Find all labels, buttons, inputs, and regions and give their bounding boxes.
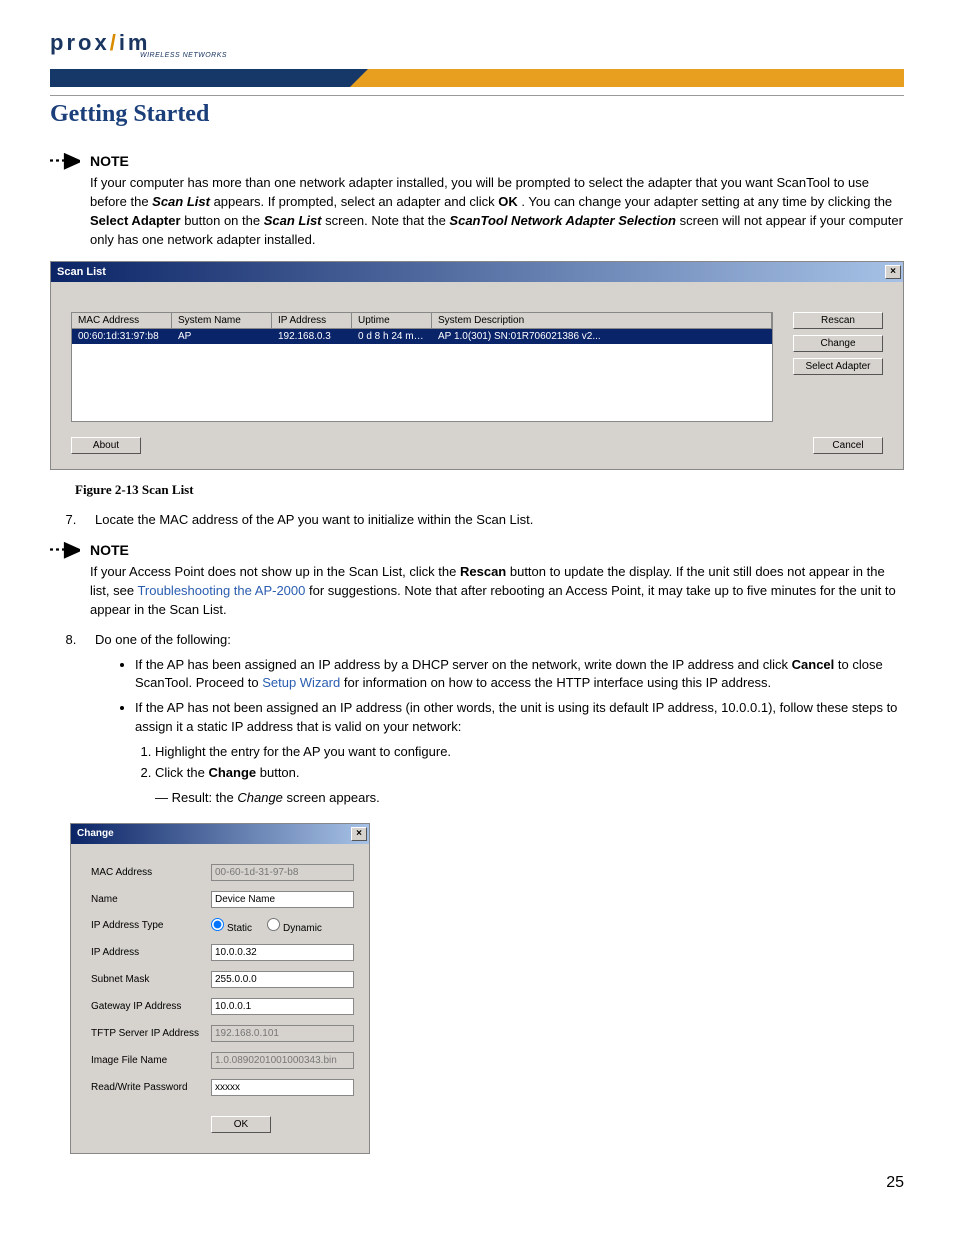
close-icon[interactable]: × bbox=[885, 265, 901, 279]
scan-list-titlebar: Scan List × bbox=[51, 262, 903, 282]
gw-label: Gateway IP Address bbox=[91, 1001, 211, 1012]
subnet-field[interactable] bbox=[211, 971, 354, 988]
static-radio[interactable]: Static bbox=[211, 918, 252, 934]
substep-2: Click the Change button. bbox=[155, 764, 904, 783]
substep-1: Highlight the entry for the AP you want … bbox=[155, 743, 904, 762]
note-arrow-icon bbox=[50, 153, 80, 249]
change-titlebar: Change × bbox=[71, 824, 369, 844]
pwd-field[interactable] bbox=[211, 1079, 354, 1096]
about-button[interactable]: About bbox=[71, 437, 141, 454]
close-icon[interactable]: × bbox=[351, 827, 367, 841]
step-8: Do one of the following: If the AP has b… bbox=[80, 630, 904, 808]
table-row[interactable]: 00:60:1d:31:97:b8 AP 192.168.0.3 0 d 8 h… bbox=[72, 329, 772, 344]
change-button[interactable]: Change bbox=[793, 335, 883, 352]
name-label: Name bbox=[91, 894, 211, 905]
img-field bbox=[211, 1052, 354, 1069]
mac-field bbox=[211, 864, 354, 881]
tftp-field bbox=[211, 1025, 354, 1042]
header-accent-bar bbox=[50, 69, 904, 87]
mac-label: MAC Address bbox=[91, 867, 211, 878]
scan-list-title: Scan List bbox=[57, 266, 106, 278]
logo-subtitle: WIRELESS NETWORKS bbox=[140, 52, 904, 59]
note-arrow-icon bbox=[50, 542, 80, 620]
change-window: Change × MAC Address Name IP Address Typ… bbox=[70, 823, 370, 1154]
ip-field[interactable] bbox=[211, 944, 354, 961]
figure-caption-213: Figure 2-13 Scan List bbox=[75, 482, 904, 498]
note-2: NOTE If your Access Point does not show … bbox=[50, 542, 904, 620]
rescan-button[interactable]: Rescan bbox=[793, 312, 883, 329]
select-adapter-button[interactable]: Select Adapter bbox=[793, 358, 883, 375]
subnet-label: Subnet Mask bbox=[91, 974, 211, 985]
img-label: Image File Name bbox=[91, 1055, 211, 1066]
step-8-bullet-1: If the AP has been assigned an IP addres… bbox=[135, 656, 904, 694]
step-7: Locate the MAC address of the AP you wan… bbox=[80, 510, 904, 530]
cancel-button[interactable]: Cancel bbox=[813, 437, 883, 454]
tftp-label: TFTP Server IP Address bbox=[91, 1028, 211, 1039]
result-line: — Result: the Change screen appears. bbox=[155, 789, 904, 808]
setup-wizard-link[interactable]: Setup Wizard bbox=[262, 675, 340, 690]
note-1: NOTE If your computer has more than one … bbox=[50, 153, 904, 249]
col-desc[interactable]: System Description bbox=[432, 313, 772, 328]
col-name[interactable]: System Name bbox=[172, 313, 272, 328]
col-ip[interactable]: IP Address bbox=[272, 313, 352, 328]
pwd-label: Read/Write Password bbox=[91, 1082, 211, 1093]
change-title: Change bbox=[77, 828, 114, 839]
troubleshooting-link[interactable]: Troubleshooting the AP-2000 bbox=[137, 583, 305, 598]
note-label: NOTE bbox=[90, 153, 904, 169]
col-mac[interactable]: MAC Address bbox=[72, 313, 172, 328]
page-number: 25 bbox=[50, 1174, 904, 1192]
table-header-row: MAC Address System Name IP Address Uptim… bbox=[72, 313, 772, 329]
gw-field[interactable] bbox=[211, 998, 354, 1015]
scan-list-table[interactable]: MAC Address System Name IP Address Uptim… bbox=[71, 312, 773, 422]
logo-text-1: prox bbox=[50, 30, 110, 55]
col-uptime[interactable]: Uptime bbox=[352, 313, 432, 328]
dynamic-radio[interactable]: Dynamic bbox=[267, 918, 322, 934]
ok-button[interactable]: OK bbox=[211, 1116, 271, 1133]
iptype-label: IP Address Type bbox=[91, 920, 211, 931]
section-title: Getting Started bbox=[50, 95, 904, 128]
name-field[interactable] bbox=[211, 891, 354, 908]
note-label: NOTE bbox=[90, 542, 904, 558]
ip-label: IP Address bbox=[91, 947, 211, 958]
note-2-text: If your Access Point does not show up in… bbox=[90, 563, 904, 620]
scan-list-window: Scan List × MAC Address System Name IP A… bbox=[50, 261, 904, 470]
brand-logo: prox/im WIRELESS NETWORKS bbox=[50, 30, 904, 59]
step-8-bullet-2: If the AP has not been assigned an IP ad… bbox=[135, 699, 904, 807]
logo-slash: / bbox=[110, 30, 119, 55]
note-1-text: If your computer has more than one netwo… bbox=[90, 174, 904, 249]
